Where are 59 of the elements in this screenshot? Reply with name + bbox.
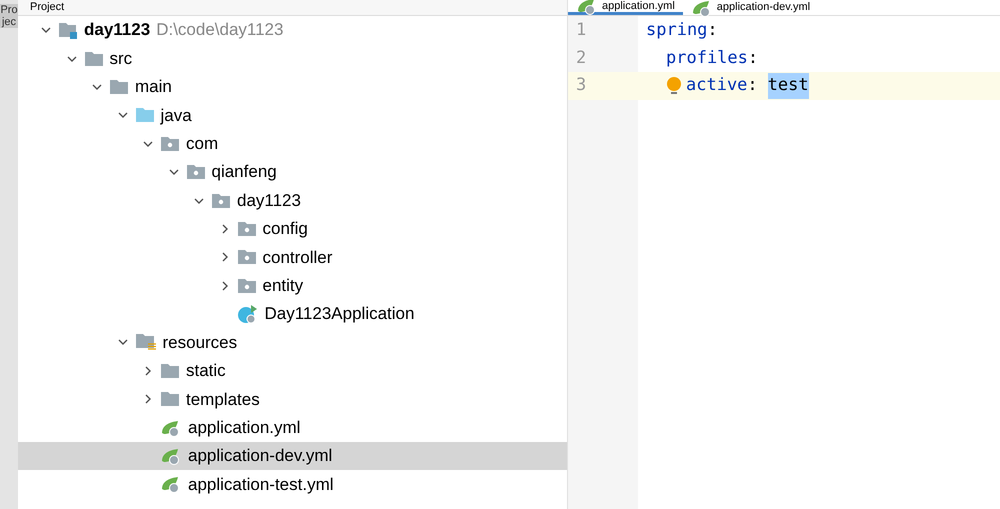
tree-label: resources [162, 332, 238, 354]
tree-label: main [135, 76, 172, 98]
module-folder-icon [58, 21, 78, 40]
tree-row[interactable]: java [18, 101, 567, 130]
folder-icon [84, 50, 104, 67]
tree-row[interactable]: entity [18, 272, 567, 300]
tree-row[interactable]: application-dev.yml [18, 442, 567, 470]
package-folder-icon [236, 249, 256, 266]
tree-row[interactable]: src [18, 44, 567, 73]
tree-label: controller [262, 246, 332, 269]
tree-row[interactable]: main [18, 72, 567, 102]
panel-title: Project [30, 2, 64, 13]
tree-label: java [160, 104, 192, 127]
tree-label: entity [262, 274, 304, 297]
lightbulb-icon[interactable] [666, 76, 682, 96]
package-folder-icon [160, 136, 180, 152]
tree-row[interactable]: day1123 [18, 186, 567, 215]
tree-row[interactable]: Day1123Application [18, 300, 567, 328]
package-folder-icon [236, 278, 256, 294]
folder-icon [160, 362, 180, 379]
spring-class-icon [236, 304, 258, 324]
spring-leaf-icon [160, 447, 182, 466]
code-line: spring: [645, 19, 719, 42]
tree-row[interactable]: com [18, 130, 567, 158]
line-number: 3 [576, 74, 586, 97]
folder-icon [160, 391, 180, 408]
line-number: 1 [576, 19, 586, 42]
code-line: profiles: [665, 46, 760, 70]
editor-tab[interactable]: application-dev.yml [682, 0, 818, 15]
tree-row[interactable]: config [18, 214, 567, 244]
package-folder-icon [236, 220, 256, 237]
folder-icon [134, 107, 154, 124]
tree-label: com [186, 133, 218, 155]
tree-row[interactable]: application.yml [18, 413, 567, 442]
tree-label: qianfeng [212, 161, 277, 184]
tree-row[interactable]: qianfeng [18, 158, 567, 186]
tree-label: application-test.yml [188, 474, 334, 496]
tree-label: config [262, 218, 308, 240]
package-folder-icon [211, 192, 231, 209]
folder-icon [109, 78, 129, 95]
project-tool-tab[interactable]: Projec [0, 4, 18, 28]
tree-row[interactable]: day1123 D:\code\day1123 [18, 16, 567, 44]
tree-label: application.yml [188, 416, 300, 439]
tree-row[interactable]: controller [18, 243, 567, 272]
tree-label: Day1123Application [264, 303, 414, 326]
tree-row[interactable]: static [18, 356, 567, 386]
tree-row[interactable]: application-test.yml [18, 470, 567, 499]
tree-row[interactable]: resources [18, 328, 567, 357]
tree-label: src [110, 48, 132, 70]
tree-label: templates [186, 388, 260, 411]
tree-label: static [186, 360, 226, 382]
module-path: D:\code\day1123 [156, 19, 284, 42]
resources-folder-icon [134, 333, 156, 352]
line-number: 2 [576, 46, 586, 70]
tree-label: day1123 [237, 190, 301, 212]
package-folder-icon [186, 164, 206, 180]
tree-row[interactable]: templates [18, 385, 567, 414]
tree-label: day1123 [84, 19, 150, 42]
tree-label: application-dev.yml [188, 445, 332, 468]
